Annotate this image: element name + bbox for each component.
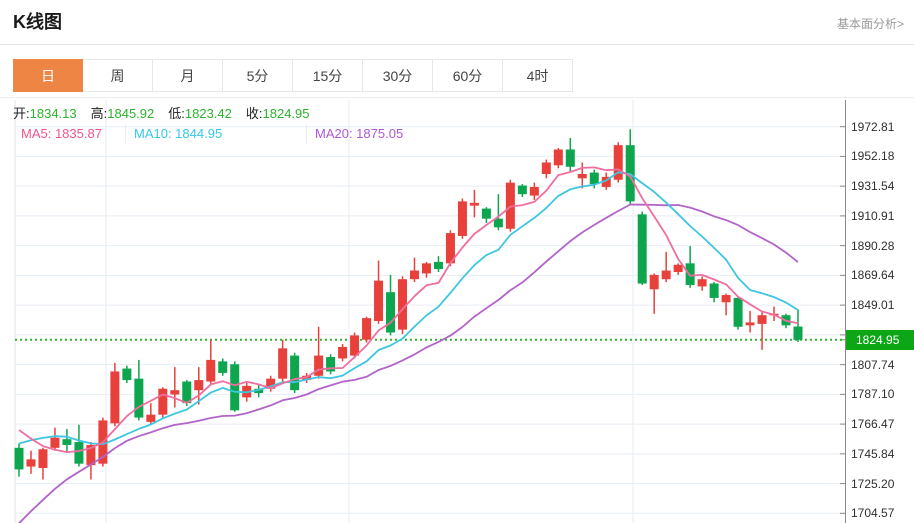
candle-body xyxy=(206,359,216,382)
candle-body xyxy=(62,439,72,445)
candle-body xyxy=(386,292,396,333)
candle-body xyxy=(541,162,551,174)
ohlc-value: 1845.92 xyxy=(107,106,155,121)
candle-body xyxy=(661,270,671,280)
candle-body xyxy=(26,459,36,467)
candle-body xyxy=(649,274,659,290)
candle-body xyxy=(553,149,563,166)
y-axis-label: 1766.47 xyxy=(851,417,895,432)
candle-body xyxy=(697,279,707,287)
candle-body xyxy=(338,346,348,359)
candle-body xyxy=(158,388,168,415)
candle-body xyxy=(409,270,419,280)
candle-body xyxy=(230,364,240,411)
candle-body xyxy=(110,371,120,424)
candle-body xyxy=(134,378,144,418)
candle-body xyxy=(374,280,384,321)
candle-body xyxy=(146,414,156,422)
ma20-line xyxy=(18,203,799,523)
candle-body xyxy=(457,201,467,236)
candle-body xyxy=(685,263,695,285)
kline-chart-canvas[interactable] xyxy=(0,0,914,523)
ohlc-value: 1823.42 xyxy=(184,106,232,121)
ma5-legend: MA5: 1835.87 xyxy=(13,124,126,143)
y-axis-label: 1704.57 xyxy=(851,506,895,521)
candle-body xyxy=(493,218,503,228)
ohlc-label: 低: xyxy=(168,106,185,121)
ohlc-value: 1834.13 xyxy=(29,106,77,121)
ma20-legend: MA20: 1875.05 xyxy=(315,126,404,141)
candle-body xyxy=(14,447,24,470)
candle-body xyxy=(637,214,647,284)
ohlc-label: 收: xyxy=(245,106,263,121)
candle-body xyxy=(194,380,204,391)
y-axis-label: 1952.18 xyxy=(851,149,895,164)
ohlc-value: 1824.95 xyxy=(262,106,310,121)
y-axis-label: 1910.91 xyxy=(851,208,895,223)
candle-body xyxy=(517,185,527,195)
candle-body xyxy=(673,264,683,272)
candle-body xyxy=(350,335,360,356)
candle-body xyxy=(577,173,587,179)
y-axis-label: 1807.74 xyxy=(851,357,895,372)
ohlc-label: 高: xyxy=(90,106,108,121)
candle-body xyxy=(278,348,288,379)
candle-body xyxy=(721,295,731,303)
candle-body xyxy=(733,297,743,327)
y-axis-label: 1890.28 xyxy=(851,238,895,253)
candle-body xyxy=(433,261,443,270)
ma5-line xyxy=(18,166,799,454)
candle-body xyxy=(745,322,755,326)
candle-body xyxy=(589,172,599,185)
candle-body xyxy=(50,437,60,448)
candle-body xyxy=(757,315,767,324)
candle-body xyxy=(314,355,324,376)
candle-body xyxy=(38,449,48,469)
candle-body xyxy=(793,326,803,340)
y-axis-label: 1849.01 xyxy=(851,298,895,313)
y-axis-label: 1725.20 xyxy=(851,476,895,491)
candle-body xyxy=(122,368,132,381)
candle-body xyxy=(290,355,300,391)
candle-body xyxy=(398,279,408,330)
y-axis-label: 1869.64 xyxy=(851,268,895,283)
candle-body xyxy=(481,208,491,219)
candle-body xyxy=(469,202,479,206)
current-price-tag: 1824.95 xyxy=(846,329,914,350)
y-axis-label: 1931.54 xyxy=(851,179,895,194)
y-axis-label: 1972.81 xyxy=(851,119,895,134)
candle-body xyxy=(362,318,372,340)
ma10-legend: MA10: 1844.95 xyxy=(126,124,307,143)
y-axis-label: 1787.10 xyxy=(851,387,895,402)
y-axis-label: 1745.84 xyxy=(851,446,895,461)
candle-body xyxy=(709,283,719,298)
candle-body xyxy=(565,149,575,167)
ma-legend: MA5: 1835.87 MA10: 1844.95 MA20: 1875.05 xyxy=(13,124,457,143)
ohlc-legend: 开:1834.13 高:1845.92 低:1823.42 收:1824.95 xyxy=(13,104,324,123)
ohlc-label: 开: xyxy=(13,106,30,121)
candle-body xyxy=(529,186,539,196)
candle-body xyxy=(170,390,180,395)
candle-body xyxy=(74,442,84,464)
candle-body xyxy=(421,263,431,274)
candle-body xyxy=(218,361,228,373)
